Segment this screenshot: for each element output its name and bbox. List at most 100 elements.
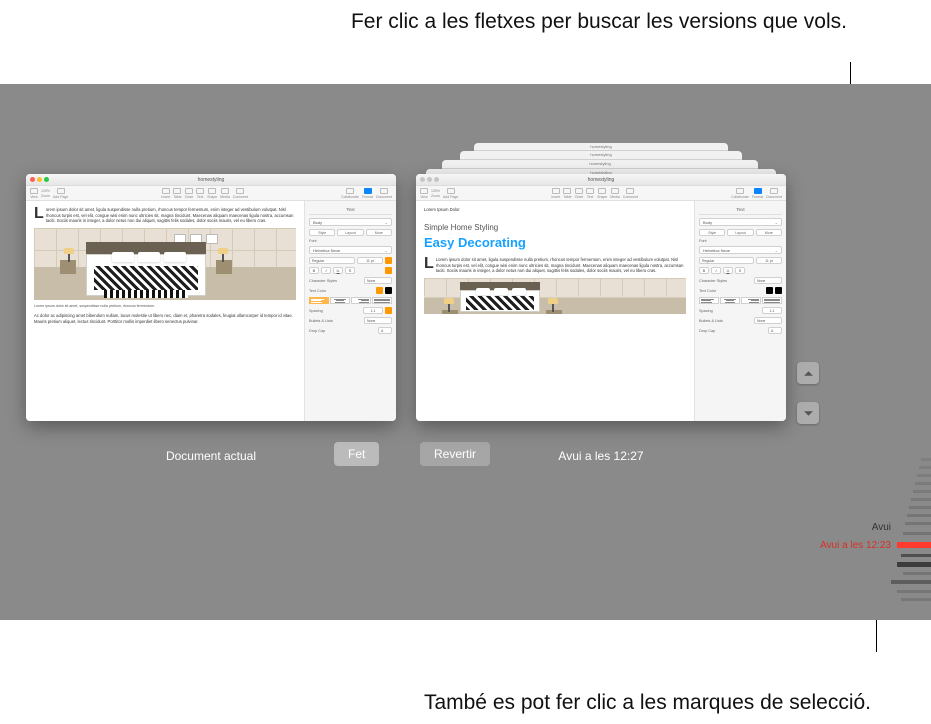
toolbar-view[interactable]: View: [30, 188, 38, 199]
seg-style[interactable]: Style: [699, 229, 725, 236]
document-page[interactable]: Lorem Ipsum Dolor Simple Home Styling Ea…: [416, 201, 694, 421]
toolbar-media[interactable]: Media: [220, 188, 230, 199]
strike-button[interactable]: S: [735, 267, 745, 274]
timeline-tick-selected[interactable]: [897, 542, 931, 548]
toolbar-chart[interactable]: Chart: [575, 188, 584, 199]
toolbar-collaborate[interactable]: Collaborate: [731, 188, 749, 199]
font-size-field[interactable]: 11 pt: [357, 257, 383, 264]
font-size-field[interactable]: 11 pt: [756, 257, 782, 264]
timeline-tick[interactable]: [897, 562, 931, 567]
stepper-icon[interactable]: [385, 307, 392, 314]
toolbar-media[interactable]: Media: [610, 188, 620, 199]
italic-button[interactable]: I: [321, 267, 331, 274]
inspector-tab-text[interactable]: Text: [699, 205, 782, 215]
charstyles-select[interactable]: None: [754, 277, 782, 284]
strike-button[interactable]: S: [345, 267, 355, 274]
bold-button[interactable]: B: [309, 267, 319, 274]
inline-image-bedroom[interactable]: [424, 278, 686, 314]
toolbar-shape[interactable]: Shape: [207, 188, 217, 199]
textcolor-picker-icon[interactable]: [385, 287, 392, 294]
underline-button[interactable]: U: [723, 267, 733, 274]
document-page[interactable]: Lorem ipsum dolor sit amet, ligula suspe…: [26, 201, 304, 421]
toolbar-addpage[interactable]: Add Page: [443, 188, 458, 199]
seg-more[interactable]: More: [756, 229, 782, 236]
revert-button[interactable]: Revertir: [420, 442, 490, 466]
align-justify-button[interactable]: [762, 297, 782, 304]
dropcap-select[interactable]: A: [768, 327, 782, 334]
font-family-select[interactable]: Helvetica Neue⌄: [309, 246, 392, 254]
toolbar-format[interactable]: Format: [752, 188, 763, 199]
version-nav-up-button[interactable]: [797, 362, 819, 384]
timeline-tick[interactable]: [917, 474, 931, 477]
paragraph-style-select[interactable]: Body⌄: [309, 218, 392, 226]
toolbar-text[interactable]: Text: [586, 188, 594, 199]
timeline-tick[interactable]: [897, 590, 931, 593]
italic-button[interactable]: I: [711, 267, 721, 274]
timeline-tick[interactable]: [905, 522, 931, 525]
timeline-tick[interactable]: [907, 514, 931, 517]
timeline-tick[interactable]: [891, 580, 931, 584]
toolbar-addpage[interactable]: Add Page: [53, 188, 68, 199]
align-center-button[interactable]: [330, 297, 350, 304]
current-document-window[interactable]: homestyling View 125%Zoom Add Page Inser…: [26, 174, 396, 421]
previous-version-window[interactable]: homestyling View 125%Zoom Add Page Inser…: [416, 174, 786, 421]
toolbar-table[interactable]: Table: [173, 188, 181, 199]
textcolor-picker-icon[interactable]: [775, 287, 782, 294]
toolbar-collaborate[interactable]: Collaborate: [341, 188, 359, 199]
timeline-tick[interactable]: [913, 490, 931, 493]
align-left-button[interactable]: [309, 297, 329, 304]
seg-more[interactable]: More: [366, 229, 392, 236]
toolbar-view[interactable]: View: [420, 188, 428, 199]
align-justify-button[interactable]: [372, 297, 392, 304]
timeline-tick[interactable]: [915, 482, 931, 485]
timeline-tick[interactable]: [921, 458, 931, 461]
toolbar-document[interactable]: Document: [376, 188, 392, 199]
font-weight-select[interactable]: Regular: [699, 257, 754, 264]
done-button[interactable]: Fet: [334, 442, 379, 466]
version-nav-down-button[interactable]: [797, 402, 819, 424]
toolbar-comment[interactable]: Comment: [623, 188, 638, 199]
toolbar-zoom[interactable]: 125%Zoom: [41, 189, 50, 198]
align-right-button[interactable]: [741, 297, 761, 304]
toolbar-format[interactable]: Format: [362, 188, 373, 199]
toolbar-document[interactable]: Document: [766, 188, 782, 199]
inline-image-bedroom[interactable]: [34, 228, 296, 300]
toolbar-insert[interactable]: Insert: [161, 188, 170, 199]
toolbar-insert[interactable]: Insert: [551, 188, 560, 199]
textcolor-swatch[interactable]: [766, 287, 773, 294]
align-left-button[interactable]: [699, 297, 719, 304]
paragraph-style-select[interactable]: Body⌄: [699, 218, 782, 226]
seg-layout[interactable]: Layout: [727, 229, 753, 236]
timeline-tick[interactable]: [903, 532, 931, 535]
toolbar-chart[interactable]: Chart: [185, 188, 194, 199]
bold-button[interactable]: B: [699, 267, 709, 274]
timeline-tick[interactable]: [903, 572, 931, 575]
timeline-tick[interactable]: [911, 498, 931, 501]
timeline-tick[interactable]: [909, 506, 931, 509]
dropcap-select[interactable]: A: [378, 327, 392, 334]
align-center-button[interactable]: [720, 297, 740, 304]
textcolor-swatch[interactable]: [376, 287, 383, 294]
bullets-select[interactable]: None: [364, 317, 392, 324]
underline-button[interactable]: U: [333, 267, 343, 274]
toolbar-shape[interactable]: Shape: [597, 188, 607, 199]
bullets-select[interactable]: None: [754, 317, 782, 324]
spacing-value[interactable]: 1.1: [762, 307, 782, 314]
timeline-tick[interactable]: [901, 554, 931, 557]
align-right-button[interactable]: [351, 297, 371, 304]
charstyles-select[interactable]: None: [364, 277, 392, 284]
timeline-tick[interactable]: [919, 466, 931, 469]
stepper-icon[interactable]: [385, 257, 392, 264]
style-options-icon[interactable]: [385, 267, 392, 274]
font-weight-select[interactable]: Regular: [309, 257, 355, 264]
seg-style[interactable]: Style: [309, 229, 335, 236]
font-family-select[interactable]: Helvetica Neue⌄: [699, 246, 782, 254]
seg-layout[interactable]: Layout: [337, 229, 363, 236]
toolbar-comment[interactable]: Comment: [233, 188, 248, 199]
toolbar-table[interactable]: Table: [563, 188, 571, 199]
inspector-tab-text[interactable]: Text: [309, 205, 392, 215]
spacing-value[interactable]: 1.1: [363, 307, 383, 314]
toolbar-zoom[interactable]: 125%Zoom: [431, 189, 440, 198]
timeline-tick[interactable]: [901, 598, 931, 601]
toolbar-text[interactable]: Text: [196, 188, 204, 199]
